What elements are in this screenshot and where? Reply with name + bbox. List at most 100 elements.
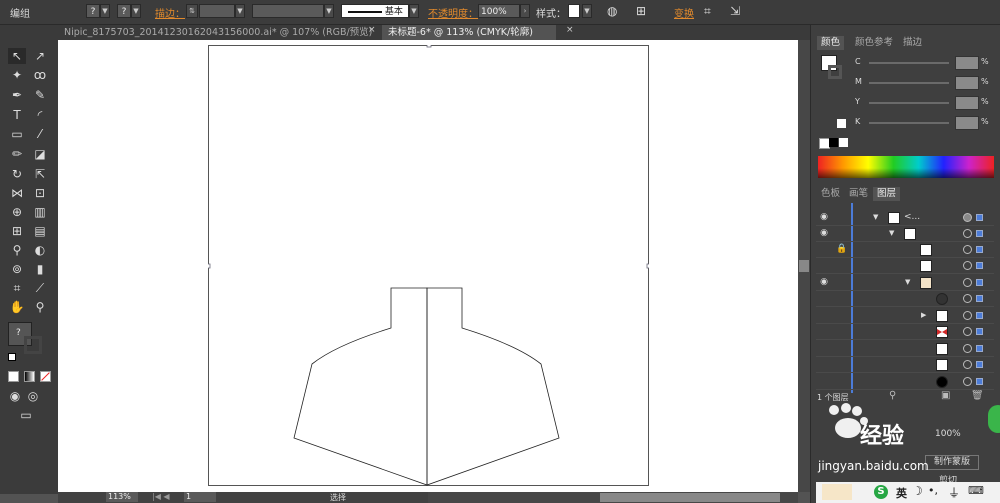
- gradient-tool-icon[interactable]: ▤: [31, 223, 49, 239]
- locate-object-icon[interactable]: ⚲: [889, 390, 896, 401]
- opacity-label[interactable]: 不透明度：: [428, 5, 478, 20]
- target-icon[interactable]: [963, 327, 972, 336]
- layer-row[interactable]: [816, 324, 994, 340]
- artboard-number-field[interactable]: 1: [184, 492, 216, 502]
- stroke-dropdown[interactable]: ▼: [131, 4, 141, 18]
- selection-indicator[interactable]: [976, 361, 983, 368]
- eyedropper-tool-icon[interactable]: ⚲: [8, 242, 26, 258]
- selection-indicator[interactable]: [976, 246, 983, 253]
- selection-indicator[interactable]: [976, 295, 983, 302]
- shape-builder-tool-icon[interactable]: ⊕: [8, 204, 26, 220]
- fill-swatch[interactable]: ?: [86, 4, 100, 18]
- color-mode-icon[interactable]: [8, 371, 19, 382]
- visibility-eye-icon[interactable]: ◉: [818, 212, 830, 222]
- k-value[interactable]: [955, 116, 979, 130]
- target-icon[interactable]: [963, 377, 972, 386]
- keyboard-icon[interactable]: ⌨: [968, 484, 984, 497]
- align-options-icon[interactable]: ⊞: [636, 4, 646, 18]
- stroke-swatch[interactable]: ?: [117, 4, 131, 18]
- selection-indicator[interactable]: [976, 279, 983, 286]
- mesh-tool-icon[interactable]: ⊞: [8, 223, 26, 239]
- graphic-style-swatch[interactable]: [568, 4, 580, 18]
- color-spectrum[interactable]: [818, 156, 994, 178]
- c-value[interactable]: [955, 56, 979, 70]
- free-transform-tool-icon[interactable]: ⊡: [31, 185, 49, 201]
- stroke-weight-dropdown[interactable]: ▼: [235, 4, 245, 18]
- layer-row[interactable]: ◉ ▼ <...: [816, 210, 994, 226]
- width-tool-icon[interactable]: ⋈: [8, 185, 26, 201]
- horizontal-scrollbar[interactable]: [420, 492, 798, 503]
- panel-stroke-swatch[interactable]: [828, 65, 842, 79]
- selection-indicator[interactable]: [976, 312, 983, 319]
- layer-row[interactable]: ◉ ▼: [816, 226, 994, 242]
- rectangle-tool-icon[interactable]: ▭: [8, 126, 26, 142]
- y-slider[interactable]: [869, 102, 949, 104]
- graphic-style-dropdown[interactable]: ▼: [582, 4, 592, 18]
- tab-stroke[interactable]: 描边: [899, 36, 926, 50]
- white-swatch[interactable]: [839, 138, 848, 147]
- target-icon[interactable]: [963, 213, 972, 222]
- black-swatch[interactable]: [829, 138, 838, 147]
- pencil-tool-icon[interactable]: ✏: [8, 146, 26, 162]
- make-mask-button[interactable]: 制作蒙版: [925, 455, 979, 470]
- floating-green-bubble[interactable]: [988, 405, 1000, 433]
- collapse-arrow-icon[interactable]: ▶: [921, 311, 926, 319]
- artwork-outline[interactable]: [208, 45, 649, 486]
- target-icon[interactable]: [963, 344, 972, 353]
- tab-layers[interactable]: 图层: [873, 187, 901, 201]
- hand-tool-icon[interactable]: ✋: [8, 299, 26, 315]
- first-artboard-icon[interactable]: |◀ ◀: [152, 492, 170, 501]
- transform-bounds-icon[interactable]: ⌗: [704, 4, 711, 19]
- new-layer-icon[interactable]: ▣: [941, 390, 950, 401]
- expand-arrow-icon[interactable]: ▼: [873, 213, 878, 221]
- brush-definition[interactable]: 基本: [341, 4, 409, 18]
- rotate-tool-icon[interactable]: ↻: [8, 166, 26, 182]
- selection-tool-icon[interactable]: ↖: [8, 48, 26, 64]
- vertical-scrollbar[interactable]: [798, 40, 810, 492]
- close-tab-icon[interactable]: ×: [368, 25, 376, 35]
- zoom-tool-icon[interactable]: ⚲: [31, 299, 49, 315]
- k-slider[interactable]: [869, 122, 949, 124]
- brush-dropdown[interactable]: ▼: [409, 4, 419, 18]
- y-value[interactable]: [955, 96, 979, 110]
- moon-icon[interactable]: ☽: [912, 484, 923, 498]
- m-value[interactable]: [955, 76, 979, 90]
- screen-mode-icon[interactable]: ▭: [17, 407, 35, 423]
- layer-row[interactable]: [816, 341, 994, 357]
- opacity-dropdown[interactable]: ›: [520, 4, 530, 18]
- eraser-tool-icon[interactable]: ◪: [31, 146, 49, 162]
- target-icon[interactable]: [963, 229, 972, 238]
- stroke-weight-stepper[interactable]: ⇅: [186, 4, 198, 18]
- target-icon[interactable]: [963, 360, 972, 369]
- layer-row[interactable]: [816, 374, 994, 390]
- ime-language[interactable]: 英: [896, 485, 907, 501]
- gradient-mode-icon[interactable]: [24, 371, 35, 382]
- symbol-sprayer-tool-icon[interactable]: ⊚: [8, 261, 26, 277]
- variable-width-dropdown[interactable]: ▼: [324, 4, 334, 18]
- direct-selection-tool-icon[interactable]: ↗: [31, 48, 49, 64]
- default-colors-icon[interactable]: [8, 353, 16, 361]
- blend-tool-icon[interactable]: ◐: [31, 242, 49, 258]
- lasso-tool-icon[interactable]: ꝏ: [31, 67, 49, 83]
- layer-row[interactable]: 🔒: [816, 242, 994, 258]
- layer-row[interactable]: [816, 291, 994, 307]
- selection-indicator[interactable]: [976, 230, 983, 237]
- artboard[interactable]: [208, 45, 649, 486]
- none-mode-icon[interactable]: [40, 371, 51, 382]
- variable-width-profile[interactable]: [252, 4, 324, 18]
- draw-behind-icon[interactable]: ◎: [24, 388, 42, 404]
- artboard-tool-icon[interactable]: ⌗: [8, 280, 26, 296]
- draw-mode-icon[interactable]: ◉: [6, 388, 24, 404]
- tab-swatches[interactable]: 色板: [817, 187, 844, 201]
- zoom-field[interactable]: 113%: [106, 492, 138, 502]
- curvature-tool-icon[interactable]: ✎: [31, 87, 49, 103]
- pen-tool-icon[interactable]: ✒: [8, 87, 26, 103]
- tab-color-guide[interactable]: 颜色参考: [851, 36, 897, 50]
- opacity-input[interactable]: 100%: [478, 4, 520, 18]
- stroke-swatch-tool[interactable]: [24, 336, 42, 354]
- layer-row[interactable]: ◉ ▼: [816, 275, 994, 291]
- visibility-eye-icon[interactable]: ◉: [818, 277, 830, 287]
- sogou-logo-icon[interactable]: S: [874, 485, 888, 499]
- target-icon[interactable]: [963, 311, 972, 320]
- vertical-scroll-thumb[interactable]: [799, 260, 809, 272]
